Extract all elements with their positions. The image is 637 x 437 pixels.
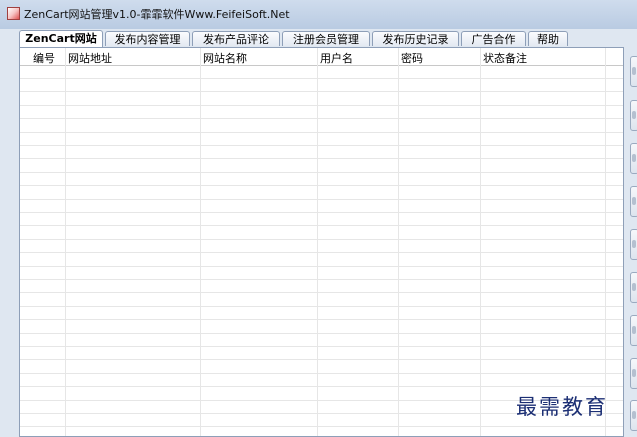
side-button[interactable] xyxy=(630,143,637,174)
row-divider xyxy=(20,145,623,146)
row-divider xyxy=(20,386,623,387)
row-divider xyxy=(20,333,623,334)
side-button[interactable] xyxy=(630,100,637,131)
side-button[interactable] xyxy=(630,272,637,303)
column-header-status[interactable]: 状态备注 xyxy=(483,50,527,66)
app-icon xyxy=(7,7,20,20)
table-header: 编号 网站地址 网站名称 用户名 密码 状态备注 xyxy=(20,48,623,66)
side-button[interactable] xyxy=(630,186,637,217)
row-divider xyxy=(20,185,623,186)
sites-table[interactable]: 编号 网站地址 网站名称 用户名 密码 状态备注 xyxy=(19,47,624,437)
watermark-text: 最需教育 xyxy=(516,395,608,419)
row-divider xyxy=(20,266,623,267)
row-divider xyxy=(20,373,623,374)
row-divider xyxy=(20,292,623,293)
tab-advertising[interactable]: 广告合作 xyxy=(461,31,526,46)
tab-help[interactable]: 帮助 xyxy=(528,31,568,46)
row-divider xyxy=(20,199,623,200)
tab-member-management[interactable]: 注册会员管理 xyxy=(282,31,370,46)
window-title: ZenCart网站管理v1.0-霏霏软件Www.FeifeiSoft.Net xyxy=(24,8,290,21)
column-divider xyxy=(65,48,66,436)
column-divider xyxy=(480,48,481,436)
column-divider xyxy=(398,48,399,436)
row-divider xyxy=(20,172,623,173)
row-divider xyxy=(20,118,623,119)
tab-product-reviews[interactable]: 发布产品评论 xyxy=(192,31,280,46)
column-header-url[interactable]: 网站地址 xyxy=(68,50,112,66)
row-divider xyxy=(20,212,623,213)
column-divider xyxy=(200,48,201,436)
row-divider xyxy=(20,132,623,133)
column-header-password[interactable]: 密码 xyxy=(401,50,423,66)
column-header-name[interactable]: 网站名称 xyxy=(203,50,247,66)
row-divider xyxy=(20,239,623,240)
row-divider xyxy=(20,346,623,347)
side-button[interactable] xyxy=(630,400,637,431)
side-button[interactable] xyxy=(630,56,637,87)
column-header-username[interactable]: 用户名 xyxy=(320,50,353,66)
row-divider xyxy=(20,319,623,320)
column-divider xyxy=(605,48,606,436)
row-divider xyxy=(20,225,623,226)
row-divider xyxy=(20,91,623,92)
column-divider xyxy=(317,48,318,436)
row-divider xyxy=(20,252,623,253)
row-divider xyxy=(20,426,623,427)
tab-zencart-sites[interactable]: ZenCart网站 xyxy=(19,30,103,47)
row-divider xyxy=(20,306,623,307)
row-divider xyxy=(20,279,623,280)
side-button[interactable] xyxy=(630,358,637,389)
title-bar: ZenCart网站管理v1.0-霏霏软件Www.FeifeiSoft.Net xyxy=(0,0,637,29)
side-button[interactable] xyxy=(630,315,637,346)
row-divider xyxy=(20,105,623,106)
tab-strip: ZenCart网站 发布内容管理 发布产品评论 注册会员管理 发布历史记录 广告… xyxy=(19,30,619,47)
tab-content-management[interactable]: 发布内容管理 xyxy=(105,31,190,46)
tab-publish-history[interactable]: 发布历史记录 xyxy=(372,31,459,46)
row-divider xyxy=(20,158,623,159)
row-divider xyxy=(20,359,623,360)
column-header-id[interactable]: 编号 xyxy=(33,50,55,66)
row-divider xyxy=(20,78,623,79)
side-button[interactable] xyxy=(630,229,637,260)
